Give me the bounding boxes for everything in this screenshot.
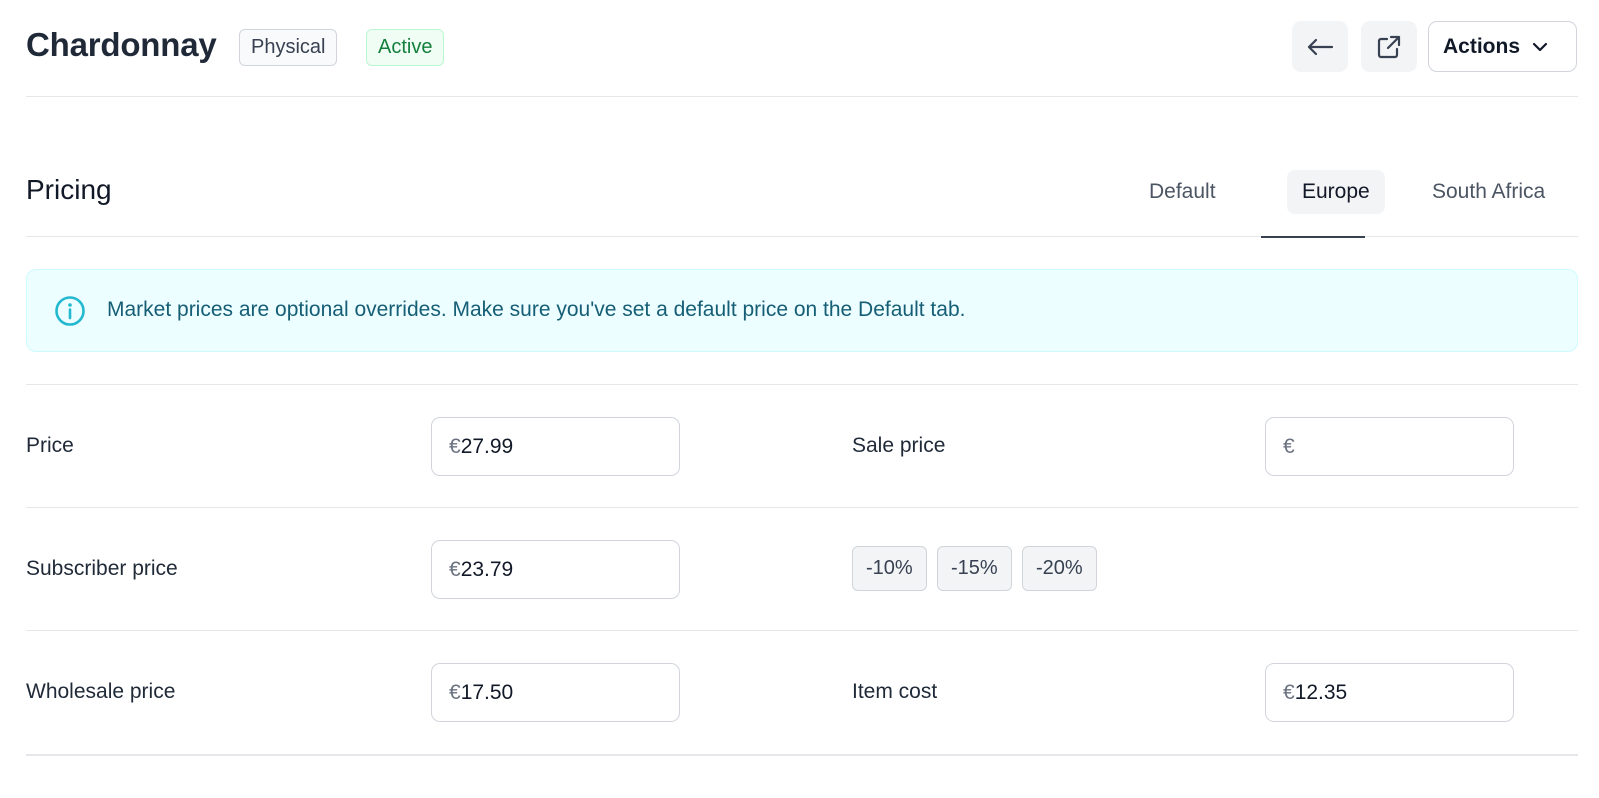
currency-symbol: € [449, 434, 461, 458]
page-title: Chardonnay [26, 26, 217, 63]
wholesale-price-input[interactable]: €17.50 [431, 663, 680, 722]
wholesale-price-label: Wholesale price [26, 680, 176, 703]
discount-10-button[interactable]: -10% [852, 546, 927, 591]
pricing-title: Pricing [26, 174, 112, 205]
item-cost-label: Item cost [852, 680, 938, 703]
subscriber-price-label: Subscriber price [26, 557, 178, 580]
divider [26, 630, 1578, 631]
tab-south-africa[interactable]: South Africa [1432, 170, 1545, 214]
tab-default[interactable]: Default [1149, 170, 1216, 214]
divider [26, 507, 1578, 508]
active-tab-indicator [1261, 236, 1365, 238]
item-cost-input[interactable]: €12.35 [1265, 663, 1514, 722]
sale-price-input[interactable]: € [1265, 417, 1514, 476]
price-input[interactable]: €27.99 [431, 417, 680, 476]
price-label: Price [26, 434, 74, 457]
currency-symbol: € [449, 680, 461, 704]
currency-symbol: € [449, 557, 461, 581]
item-cost-value: 12.35 [1294, 680, 1348, 704]
wholesale-price-value: 17.50 [460, 680, 514, 704]
actions-dropdown-button[interactable]: Actions [1428, 21, 1577, 72]
info-icon [55, 296, 85, 326]
product-type-badge: Physical [239, 29, 338, 66]
open-external-button[interactable] [1361, 21, 1417, 72]
price-value: 27.99 [460, 434, 514, 458]
external-link-icon [1377, 35, 1401, 58]
discount-15-button[interactable]: -15% [937, 546, 1012, 591]
divider [26, 754, 1578, 756]
actions-label: Actions [1443, 34, 1521, 58]
notice-text: Market prices are optional overrides. Ma… [107, 298, 966, 321]
currency-symbol: € [1283, 680, 1295, 704]
pricing-header: Pricing Default Europe South Africa [26, 150, 1578, 237]
info-notice: Market prices are optional overrides. Ma… [26, 269, 1578, 352]
back-button[interactable] [1292, 21, 1348, 72]
chevron-down-icon [1532, 42, 1548, 51]
page-header: Chardonnay Physical Active Actions [26, 0, 1578, 97]
tab-europe[interactable]: Europe [1287, 170, 1385, 214]
currency-symbol: € [1283, 434, 1295, 458]
sale-price-label: Sale price [852, 434, 946, 457]
status-badge: Active [366, 29, 445, 66]
subscriber-price-input[interactable]: €23.79 [431, 540, 680, 599]
subscriber-price-value: 23.79 [460, 557, 514, 581]
discount-20-button[interactable]: -20% [1022, 546, 1097, 591]
divider [26, 384, 1578, 385]
arrow-left-icon [1307, 38, 1334, 55]
